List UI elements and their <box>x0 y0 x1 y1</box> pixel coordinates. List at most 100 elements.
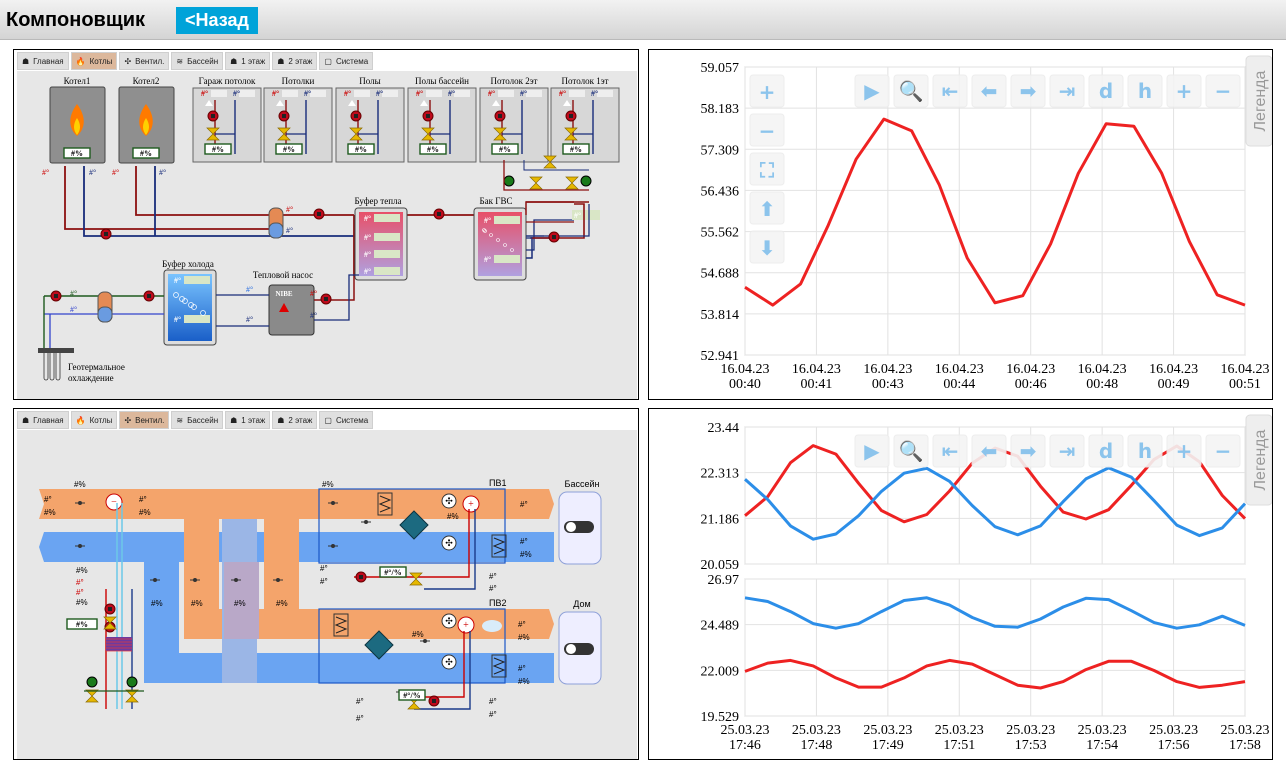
toolbar-glyph: + <box>759 80 776 104</box>
zoom-out-button[interactable]: − <box>1205 434 1241 468</box>
toggle-switch[interactable] <box>564 521 594 533</box>
pump-icon[interactable] <box>494 110 506 122</box>
toolbar-glyph: d <box>1099 439 1113 463</box>
y-tick-label: 55.562 <box>701 226 740 241</box>
x-tick-date: 25.03.23 <box>1149 723 1198 738</box>
temp-value: #° <box>233 89 240 98</box>
dhw-tank[interactable]: Бак ГВС #° #° <box>473 196 527 281</box>
x-tick-time: 17:53 <box>1015 738 1047 753</box>
legend-toggle[interactable]: Легенда <box>1245 55 1272 147</box>
pump-icon[interactable] <box>278 110 290 122</box>
sensor-value: #% <box>151 599 163 608</box>
pump-icon[interactable] <box>207 110 219 122</box>
pump-icon[interactable] <box>548 231 560 243</box>
next-button[interactable]: ➡ <box>1010 434 1046 468</box>
zoom-in-button[interactable]: + <box>1166 74 1202 108</box>
pump-icon[interactable] <box>350 110 362 122</box>
day-button[interactable]: d <box>1088 434 1124 468</box>
zoom-button[interactable]: 🔍 <box>893 74 929 108</box>
value-box-text: #% <box>355 145 367 154</box>
x-tick-time: 00:46 <box>1015 377 1047 392</box>
zoom-out-button[interactable]: − <box>1205 74 1241 108</box>
pump-icon[interactable] <box>433 208 445 220</box>
y-tick-label: 59.057 <box>701 61 740 76</box>
app-header: Компоновщик <Назад <box>0 0 1286 40</box>
sensor-value: #% <box>276 599 288 608</box>
x-tick-date: 25.03.23 <box>792 723 841 738</box>
play-button[interactable]: ▶ <box>854 74 890 108</box>
temp-value: #° <box>286 205 293 214</box>
play-button[interactable]: ▶ <box>854 434 890 468</box>
scroll-up-button[interactable]: ⬆ <box>749 191 785 225</box>
first-button[interactable]: ⇤ <box>932 74 968 108</box>
x-tick-time: 17:51 <box>943 738 975 753</box>
x-tick-date: 16.04.23 <box>863 362 912 377</box>
first-button[interactable]: ⇤ <box>932 434 968 468</box>
zoom-in-y-button[interactable]: + <box>749 74 785 108</box>
pump-icon[interactable] <box>143 290 155 302</box>
circuit-2[interactable]: Потолки#° #°#% <box>263 76 333 163</box>
temp-value: #° <box>484 216 491 225</box>
toolbar-glyph: + <box>1176 439 1193 463</box>
fan-icon[interactable]: ✣ <box>441 654 457 670</box>
boiler-1[interactable]: Котел1 #% <box>49 76 106 164</box>
cold-buffer[interactable]: Буфер холода #° #° <box>162 259 217 346</box>
fan-icon[interactable]: ✣ <box>441 613 457 629</box>
next-button[interactable]: ➡ <box>1010 74 1046 108</box>
plot-area: 59.057 58.183 57.309 56.436 55.562 54.688 53.8… <box>701 61 1270 392</box>
last-button[interactable]: ⇥ <box>1049 434 1085 468</box>
fan-icon[interactable]: ✣ <box>441 493 457 509</box>
pump-icon[interactable] <box>422 110 434 122</box>
chart-panel-top: 59.057 58.183 57.309 56.436 55.562 54.688 53.8… <box>648 49 1273 400</box>
pump-icon[interactable] <box>320 293 332 305</box>
fan-glyph: ✣ <box>445 617 453 627</box>
pump-icon[interactable] <box>565 110 577 122</box>
toggle-switch[interactable] <box>564 643 594 655</box>
sensor-value: #% <box>76 566 88 575</box>
sensor-value: #% <box>322 480 334 489</box>
pump-icon[interactable] <box>428 695 440 707</box>
value-box-text: #% <box>427 145 439 154</box>
temp-value: #° <box>364 267 371 276</box>
circuit-3[interactable]: Полы #° #° #% <box>335 76 405 163</box>
legend-toggle[interactable]: Легенда <box>1245 414 1272 506</box>
back-button[interactable]: <Назад <box>176 7 258 34</box>
toolbar-glyph: ▶ <box>864 79 880 103</box>
hour-button[interactable]: h <box>1127 74 1163 108</box>
prev-button[interactable]: ⬅ <box>971 434 1007 468</box>
last-button[interactable]: ⇥ <box>1049 74 1085 108</box>
y-tick-label: 24.489 <box>701 619 740 634</box>
pump-icon[interactable] <box>313 208 325 220</box>
x-tick-time: 17:54 <box>1086 738 1118 753</box>
circuit-label: Потолок 1эт <box>562 76 609 86</box>
circuit-1[interactable]: Гараж потолок #° #° #% <box>192 76 262 163</box>
circuit-4[interactable]: Полы бассейн #° #° #% <box>407 76 477 163</box>
zoom-button[interactable]: 🔍 <box>893 434 929 468</box>
sensor-value: #% <box>234 599 246 608</box>
temp-value: #° <box>364 233 371 242</box>
toolbar-glyph: − <box>1215 79 1232 103</box>
pump-icon[interactable] <box>355 571 367 583</box>
circuit-5[interactable]: Потолок 2эт #° #° #% <box>479 76 549 163</box>
zoom-in-button[interactable]: + <box>1166 434 1202 468</box>
heat-buffer[interactable]: Буфер тепла #° #° #° #° <box>354 196 408 281</box>
temp-value: #° <box>159 168 166 177</box>
scroll-down-button[interactable]: ⬇ <box>749 230 785 264</box>
zoom-out-y-button[interactable]: − <box>749 113 785 147</box>
toolbar-glyph: ⬅ <box>981 439 998 463</box>
boiler-2[interactable]: Котел2 #% <box>118 76 175 164</box>
hour-button[interactable]: h <box>1127 434 1163 468</box>
y-tick-label: 21.186 <box>701 512 740 527</box>
fit-button[interactable]: ⛶ <box>749 152 785 186</box>
pump-icon[interactable] <box>104 603 116 615</box>
prev-button[interactable]: ⬅ <box>971 74 1007 108</box>
pump-icon[interactable] <box>50 290 62 302</box>
circuit-6[interactable]: Потолок 1эт #° #° #% <box>550 76 620 163</box>
sensor-value: #° <box>356 714 364 723</box>
day-button[interactable]: d <box>1088 74 1124 108</box>
pump-icon[interactable] <box>100 228 112 240</box>
toolbar-glyph: ➡ <box>1020 439 1037 463</box>
fan-icon[interactable]: ✣ <box>441 535 457 551</box>
value-box-text: #% <box>71 149 83 158</box>
temp-value: #° <box>304 89 311 98</box>
